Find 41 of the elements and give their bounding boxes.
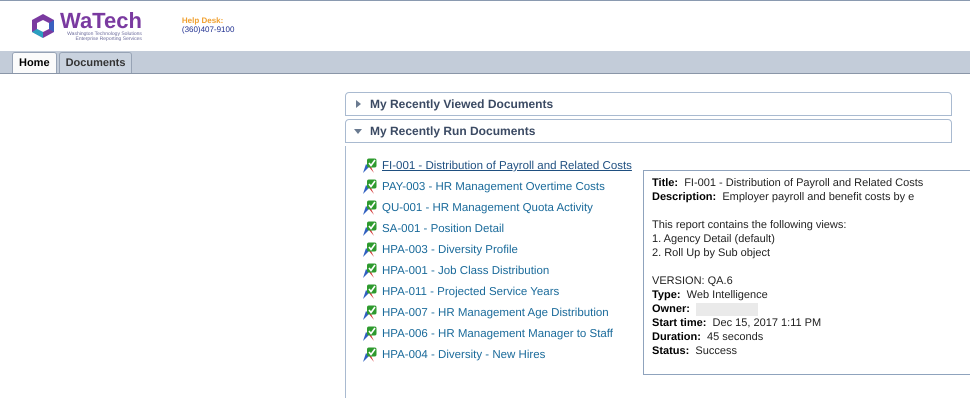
document-link[interactable]: FI-001 - Distribution of Payroll and Related Costs bbox=[382, 160, 632, 172]
document-link[interactable]: HPA-006 - HR Management Manager to Staff bbox=[382, 328, 613, 340]
report-check-icon bbox=[362, 179, 377, 195]
tooltip-field: Type: Web Intelligence bbox=[652, 288, 970, 302]
document-link[interactable]: HPA-004 - Diversity - New Hires bbox=[382, 349, 546, 361]
logo-text: WaTech bbox=[60, 10, 142, 32]
report-check-icon bbox=[362, 347, 377, 363]
report-check-icon bbox=[362, 221, 377, 237]
tooltip-title: Title: FI-001 - Distribution of Payroll and Related Costs bbox=[652, 176, 924, 190]
report-check-icon bbox=[362, 200, 377, 216]
document-link[interactable]: HPA-001 - Job Class Distribution bbox=[382, 265, 550, 277]
collapse-triangle-icon bbox=[354, 127, 362, 135]
report-check-icon bbox=[362, 326, 377, 342]
document-link[interactable]: PAY-003 - HR Management Overtime Costs bbox=[382, 181, 605, 193]
tooltip-text: This report contains the following views: bbox=[652, 218, 848, 232]
report-check-icon bbox=[362, 158, 377, 174]
tooltip-field: Status: Success bbox=[652, 344, 970, 358]
panel-header[interactable]: My Recently Run Documents bbox=[345, 119, 952, 143]
panel-header[interactable]: My Recently Viewed Documents bbox=[345, 92, 952, 116]
tooltip-field: Duration: 45 seconds bbox=[652, 330, 970, 344]
tooltip-description: Description: Employer payroll and benefit costs by e bbox=[652, 190, 916, 204]
tab[interactable]: Home bbox=[12, 52, 57, 73]
document-link[interactable]: HPA-003 - Diversity Profile bbox=[382, 244, 518, 256]
document-link[interactable]: HPA-011 - Projected Service Years bbox=[382, 286, 560, 298]
document-link[interactable]: QU-001 - HR Management Quota Activity bbox=[382, 202, 593, 214]
report-check-icon bbox=[362, 284, 377, 300]
tooltip-text: 2. Roll Up by Sub object bbox=[652, 246, 772, 260]
logo-icon bbox=[30, 13, 56, 39]
tooltip-version: VERSION: QA.6 bbox=[652, 274, 734, 288]
document-link[interactable]: SA-001 - Position Detail bbox=[382, 223, 504, 235]
tooltip-text: 1. Agency Detail (default) bbox=[652, 232, 776, 246]
help-desk-phone: (360)407-9100 bbox=[182, 26, 234, 35]
report-check-icon bbox=[362, 305, 377, 321]
report-check-icon bbox=[362, 263, 377, 279]
tab[interactable]: Documents bbox=[58, 52, 132, 73]
help-desk-label: Help Desk: bbox=[182, 17, 224, 26]
tooltip-field: Start time: Dec 15, 2017 1:11 PM bbox=[652, 316, 970, 330]
expand-triangle-icon bbox=[354, 100, 362, 108]
field-label: Owner: bbox=[652, 303, 690, 315]
report-check-icon bbox=[362, 242, 377, 258]
document-link[interactable]: HPA-007 - HR Management Age Distribution bbox=[382, 307, 609, 319]
